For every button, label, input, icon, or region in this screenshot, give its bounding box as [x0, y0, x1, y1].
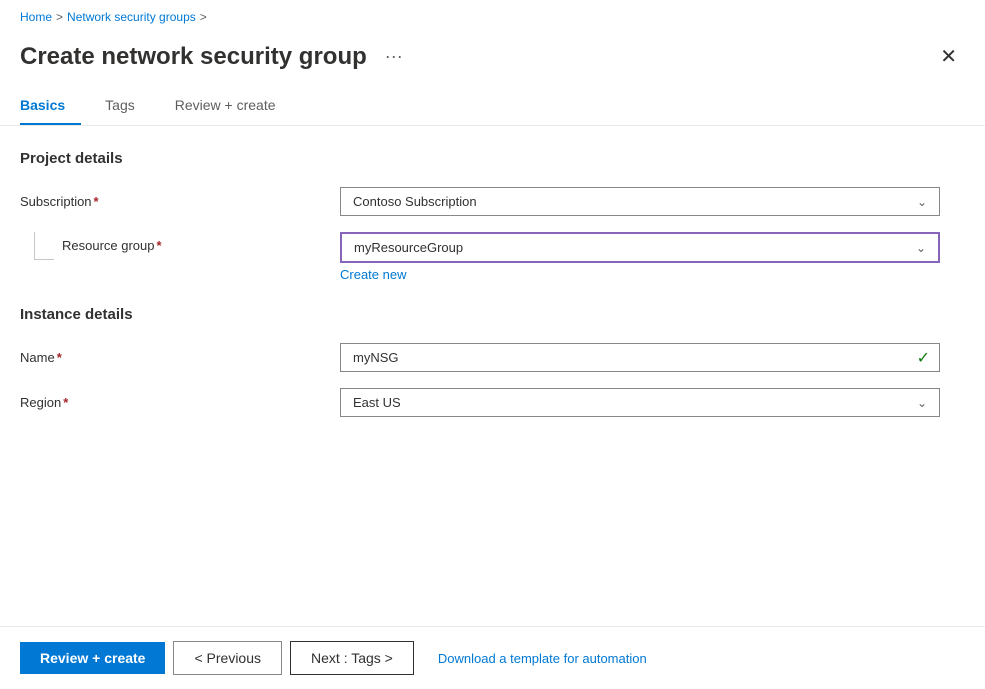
resource-group-chevron-icon: ⌄ — [916, 241, 926, 255]
previous-button[interactable]: < Previous — [173, 641, 282, 675]
footer: Review + create < Previous Next : Tags >… — [0, 626, 985, 689]
breadcrumb: Home > Network security groups > — [20, 10, 965, 24]
tab-basics[interactable]: Basics — [20, 89, 81, 125]
project-details-title: Project details — [20, 150, 965, 167]
name-dropdown[interactable]: myNSG — [340, 343, 940, 372]
name-label: Name * — [20, 350, 340, 365]
create-new-link[interactable]: Create new — [340, 267, 940, 282]
subscription-label: Subscription * — [20, 194, 340, 209]
page-title: Create network security group — [20, 43, 367, 71]
resource-group-dropdown[interactable]: myResourceGroup ⌄ — [340, 232, 940, 263]
review-create-button[interactable]: Review + create — [20, 642, 165, 674]
region-dropdown[interactable]: East US ⌄ — [340, 388, 940, 417]
subscription-required: * — [94, 194, 99, 209]
next-button[interactable]: Next : Tags > — [290, 641, 414, 675]
breadcrumb-home[interactable]: Home — [20, 10, 52, 24]
name-required: * — [57, 350, 62, 365]
download-template-link[interactable]: Download a template for automation — [438, 651, 647, 666]
name-group: Name * myNSG ✓ — [20, 343, 965, 372]
region-required: * — [63, 395, 68, 410]
tab-tags[interactable]: Tags — [105, 89, 151, 125]
breadcrumb-sep1: > — [56, 10, 63, 24]
breadcrumb-sep2: > — [200, 10, 207, 24]
instance-details-title: Instance details — [20, 306, 965, 323]
ellipsis-button[interactable]: ··· — [379, 44, 409, 69]
resource-group-label: Resource group * — [54, 232, 374, 253]
tab-review-create[interactable]: Review + create — [175, 89, 292, 125]
name-valid-icon: ✓ — [917, 348, 930, 368]
subscription-chevron-icon: ⌄ — [917, 195, 927, 209]
region-group: Region * East US ⌄ — [20, 388, 965, 417]
close-button[interactable]: ✕ — [932, 40, 965, 73]
subscription-dropdown[interactable]: Contoso Subscription ⌄ — [340, 187, 940, 216]
region-chevron-icon: ⌄ — [917, 396, 927, 410]
resource-group-required: * — [157, 238, 162, 253]
breadcrumb-network-security-groups[interactable]: Network security groups — [67, 10, 196, 24]
region-label: Region * — [20, 395, 340, 410]
subscription-group: Subscription * Contoso Subscription ⌄ — [20, 187, 965, 216]
tabs-container: Basics Tags Review + create — [0, 73, 985, 126]
